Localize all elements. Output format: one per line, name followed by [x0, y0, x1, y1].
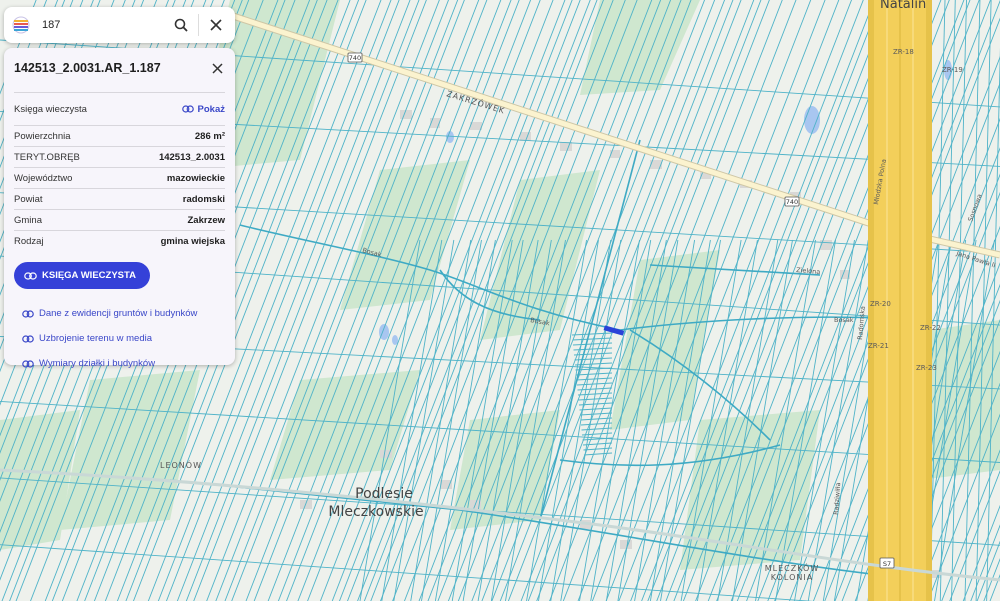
attribute-value: radomski: [182, 193, 225, 205]
attribute-label: Powiat: [14, 193, 43, 205]
land-register-button[interactable]: KSIĘGA WIECZYSTA: [14, 262, 150, 289]
attribute-value: Zakrzew: [187, 214, 226, 226]
attribute-row: Powierzchnia 286 m²: [14, 126, 225, 147]
related-links: Dane z ewidencji gruntów i budynków Uzbr…: [14, 301, 225, 376]
link-icon: [181, 105, 194, 113]
link-utilities-label: Uzbrojenie terenu w media: [39, 333, 153, 344]
attribute-label: TERYT.OBRĘB: [14, 151, 80, 163]
link-utilities[interactable]: Uzbrojenie terenu w media: [14, 326, 225, 351]
zr20-label: ZR-20: [870, 300, 891, 308]
search-bar: [4, 7, 235, 43]
zr19-label: ZR-19: [942, 66, 963, 74]
attribute-value: mazowieckie: [166, 172, 225, 184]
label-podlesie: Podlesie: [355, 486, 413, 502]
show-land-register-link[interactable]: Pokaż: [181, 103, 225, 115]
link-egib-label: Dane z ewidencji gruntów i budynków: [39, 308, 198, 319]
attribute-table: Powierzchnia 286 m² TERYT.OBRĘB 142513_2.00…: [14, 126, 225, 251]
link-icon: [22, 334, 34, 343]
attribute-row: Rodzaj gmina wiejska: [14, 231, 225, 251]
show-link-label: Pokaż: [197, 103, 225, 115]
attribute-label: Rodzaj: [14, 235, 44, 247]
attribute-row: TERYT.OBRĘB 142513_2.0031: [14, 147, 225, 168]
street-bosak-3: Bosak: [834, 316, 854, 324]
zr23-label: ZR-23: [916, 364, 937, 372]
close-panel-icon[interactable]: [209, 60, 225, 76]
app-logo-icon: [12, 16, 30, 34]
label-mleczkow: MLECZKÓW: [765, 562, 820, 573]
parcel-title: 142513_2.0031.AR_1.187: [14, 61, 161, 75]
search-divider: [198, 14, 199, 36]
link-icon: [22, 359, 34, 368]
road-740-label-2: 740: [786, 198, 798, 206]
zr18-label: ZR-18: [893, 48, 914, 56]
search-input[interactable]: [40, 18, 164, 32]
attribute-value: 142513_2.0031: [158, 151, 225, 163]
link-egib-data[interactable]: Dane z ewidencji gruntów i budynków: [14, 301, 225, 326]
attribute-value: gmina wiejska: [160, 235, 225, 247]
zr21-label: ZR-21: [868, 342, 889, 350]
link-dimensions[interactable]: Wymiary działki i budynków: [14, 351, 225, 376]
land-register-label: Księga wieczysta: [14, 103, 87, 115]
label-mleczkowskie: Mleczkowskie: [328, 504, 423, 520]
clear-search-icon[interactable]: [205, 14, 227, 36]
attribute-row: Powiat radomski: [14, 189, 225, 210]
attribute-label: Gmina: [14, 214, 42, 226]
link-icon: [22, 309, 34, 318]
label-natalin: Natalin: [880, 0, 926, 12]
attribute-label: Województwo: [14, 172, 73, 184]
land-register-row: Księga wieczysta Pokaż: [14, 93, 225, 126]
road-s7-label: S7: [883, 560, 891, 568]
label-kolonia: KOLONIA: [771, 573, 813, 582]
link-dimensions-label: Wymiary działki i budynków: [39, 358, 156, 369]
attribute-label: Powierzchnia: [14, 130, 71, 142]
zr22-label: ZR-22: [920, 324, 941, 332]
land-register-button-label: KSIĘGA WIECZYSTA: [42, 270, 136, 281]
attribute-value: 286 m²: [194, 130, 225, 142]
attribute-row: Województwo mazowieckie: [14, 168, 225, 189]
road-740-label: 740: [349, 54, 361, 62]
parcel-info-panel: 142513_2.0031.AR_1.187 Księga wieczysta …: [4, 48, 235, 369]
attribute-row: Gmina Zakrzew: [14, 210, 225, 231]
label-leonow: LEONÓW: [160, 459, 202, 470]
link-icon: [24, 271, 37, 280]
search-icon[interactable]: [170, 14, 192, 36]
